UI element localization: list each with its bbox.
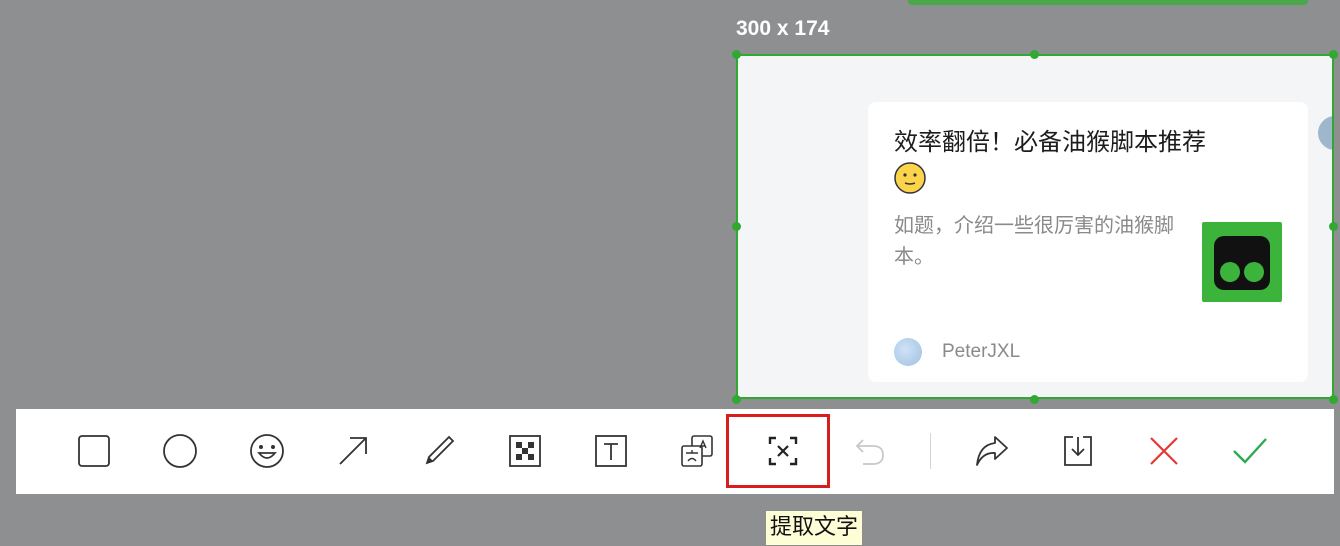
author-name: PeterJXL (942, 341, 1021, 362)
screenshot-selection[interactable]: 效率翻倍！必备油猴脚本推荐 如题，介绍一些很厉害的油猴脚本。 PeterJXL (736, 54, 1334, 399)
article-card[interactable]: 效率翻倍！必备油猴脚本推荐 如题，介绍一些很厉害的油猴脚本。 PeterJXL (868, 102, 1308, 382)
author-row[interactable]: PeterJXL (894, 338, 1020, 366)
smiling-face-emoji-icon (894, 162, 926, 194)
check-icon (1233, 438, 1267, 464)
resize-handle-bottom-left[interactable] (732, 395, 741, 404)
extract-text-tool[interactable] (759, 427, 807, 475)
text-tool[interactable] (587, 427, 635, 475)
mosaic-icon (509, 435, 541, 467)
top-green-bar (908, 0, 1308, 5)
undo-icon (855, 439, 884, 465)
resize-handle-right[interactable] (1329, 222, 1338, 231)
article-description: 如题，介绍一些很厉害的油猴脚本。 (894, 213, 1174, 268)
pen-icon (425, 435, 455, 465)
text-box-icon (595, 435, 627, 467)
resize-handle-bottom[interactable] (1030, 395, 1039, 404)
translate-icon (681, 435, 713, 467)
resize-handle-top[interactable] (1030, 50, 1039, 59)
resize-handle-top-left[interactable] (732, 50, 741, 59)
square-outline-icon (78, 435, 110, 467)
cancel-button[interactable] (1140, 427, 1188, 475)
close-icon (1150, 437, 1178, 465)
resize-handle-top-right[interactable] (1329, 50, 1338, 59)
article-title: 效率翻倍！必备油猴脚本推荐 (894, 128, 1206, 156)
selection-size-label: 300 x 174 (736, 17, 830, 40)
toolbar-divider (930, 433, 931, 469)
translate-tool[interactable] (673, 427, 721, 475)
resize-handle-bottom-right[interactable] (1329, 395, 1338, 404)
confirm-button[interactable] (1226, 427, 1274, 475)
share-icon (976, 436, 1008, 466)
arrow-tool[interactable] (329, 427, 377, 475)
download-icon (1064, 436, 1092, 466)
side-avatar (1318, 116, 1332, 150)
author-avatar (894, 338, 922, 366)
resize-handle-left[interactable] (732, 222, 741, 231)
annotation-toolbar (16, 409, 1334, 494)
rectangle-tool[interactable] (70, 427, 118, 475)
text-recognition-icon (768, 436, 798, 466)
download-button[interactable] (1054, 427, 1102, 475)
mosaic-tool[interactable] (501, 427, 549, 475)
undo-button[interactable] (846, 427, 894, 475)
smiley-icon (250, 434, 284, 468)
pen-tool[interactable] (415, 427, 463, 475)
share-button[interactable] (968, 427, 1016, 475)
arrow-up-right-icon (339, 437, 367, 465)
extract-text-tooltip: 提取文字 (765, 510, 864, 546)
circle-outline-icon (163, 434, 197, 468)
emoji-tool[interactable] (243, 427, 291, 475)
ellipse-tool[interactable] (156, 427, 204, 475)
tampermonkey-logo-icon (1202, 222, 1282, 302)
